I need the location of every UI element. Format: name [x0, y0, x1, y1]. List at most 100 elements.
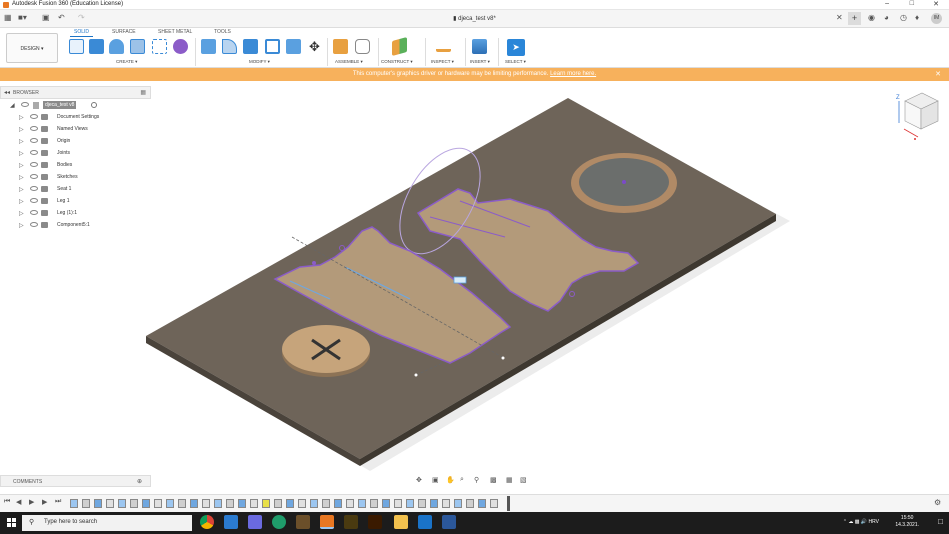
combine-icon[interactable]: [286, 39, 301, 54]
revolve-icon[interactable]: [109, 39, 124, 54]
timeline-feature[interactable]: [214, 499, 222, 508]
timeline-feature[interactable]: [442, 499, 450, 508]
browser-item[interactable]: ▷ Component5:1: [0, 220, 151, 231]
go-to-start-icon[interactable]: ⏮: [4, 498, 10, 506]
timeline-feature[interactable]: [226, 499, 234, 508]
inspect-group-label[interactable]: INSPECT ▾: [431, 59, 454, 65]
timeline-feature[interactable]: [274, 499, 282, 508]
timeline-feature[interactable]: [454, 499, 462, 508]
timeline-feature[interactable]: [250, 499, 258, 508]
timeline-feature[interactable]: [202, 499, 210, 508]
notifications-icon[interactable]: ♦: [915, 13, 919, 22]
expand-icon[interactable]: ◢: [10, 102, 15, 109]
browser-item[interactable]: ▷ Named Views: [0, 124, 151, 135]
taskbar-search-box[interactable]: ⚲ Type here to search: [22, 515, 192, 531]
extrude-icon[interactable]: [89, 39, 104, 54]
expand-icon[interactable]: ▷: [19, 186, 24, 193]
word-icon[interactable]: [442, 515, 456, 529]
visibility-eye-icon[interactable]: [21, 102, 29, 107]
timeline-feature[interactable]: [322, 499, 330, 508]
sketch-point[interactable]: [414, 373, 418, 377]
timeline-feature[interactable]: [262, 499, 270, 508]
timeline-feature[interactable]: [286, 499, 294, 508]
expand-icon[interactable]: ▷: [19, 174, 24, 181]
job-status-icon[interactable]: ◕: [884, 13, 889, 22]
tab-sheet-metal[interactable]: SHEET METAL: [158, 29, 192, 35]
select-cursor-icon[interactable]: ➤: [507, 39, 525, 56]
sweep-icon[interactable]: [130, 39, 145, 54]
app-green-icon[interactable]: [272, 515, 286, 529]
mail-icon[interactable]: [418, 515, 432, 529]
minimize-icon[interactable]: –: [885, 0, 889, 7]
visibility-eye-icon[interactable]: [30, 138, 38, 143]
system-tray[interactable]: ⌃ ☁ ▩ 🔊 HRV: [843, 519, 879, 525]
modify-group-label[interactable]: MODIFY ▾: [249, 59, 270, 65]
chamfer-icon[interactable]: [243, 39, 258, 54]
timeline-feature[interactable]: [298, 499, 306, 508]
form-icon[interactable]: [173, 39, 188, 54]
timeline-feature[interactable]: [154, 499, 162, 508]
timeline-feature[interactable]: [394, 499, 402, 508]
tab-solid[interactable]: SOLID: [69, 29, 94, 37]
visibility-eye-icon[interactable]: [30, 198, 38, 203]
timeline-feature[interactable]: [334, 499, 342, 508]
create-group-label[interactable]: CREATE ▾: [116, 59, 137, 65]
orbit-icon[interactable]: ✥: [416, 476, 422, 484]
new-tab-button[interactable]: +: [848, 12, 861, 25]
browser-item[interactable]: ▷ Seat 1: [0, 184, 151, 195]
timeline-feature[interactable]: [370, 499, 378, 508]
browser-item[interactable]: ▷ Sketches: [0, 172, 151, 183]
timeline-feature[interactable]: [94, 499, 102, 508]
illustrator-icon[interactable]: [368, 515, 382, 529]
visibility-eye-icon[interactable]: [30, 114, 38, 119]
timeline-feature[interactable]: [238, 499, 246, 508]
timeline-feature[interactable]: [490, 499, 498, 508]
add-comment-icon[interactable]: ⊕: [137, 478, 142, 485]
shell-icon[interactable]: [265, 39, 280, 54]
timeline-feature[interactable]: [466, 499, 474, 508]
expand-icon[interactable]: ▷: [19, 114, 24, 121]
origin-marker[interactable]: [453, 276, 467, 284]
activate-radio-icon[interactable]: [91, 102, 97, 108]
viewports-icon[interactable]: ▧: [520, 476, 527, 484]
construct-group-label[interactable]: CONSTRUCT ▾: [381, 59, 413, 65]
visibility-eye-icon[interactable]: [30, 210, 38, 215]
timeline-feature[interactable]: [70, 499, 78, 508]
pan-icon[interactable]: ✋: [446, 476, 455, 484]
taskbar-clock[interactable]: 15:50 14.3.2021.: [895, 515, 919, 529]
visibility-eye-icon[interactable]: [30, 162, 38, 167]
ring-center-point[interactable]: [622, 180, 626, 184]
timeline-feature[interactable]: [190, 499, 198, 508]
timeline-feature[interactable]: [358, 499, 366, 508]
chrome-icon[interactable]: [200, 515, 214, 529]
browser-item[interactable]: ▷ Leg (1):1: [0, 208, 151, 219]
browser-item[interactable]: ▷ Leg 1: [0, 196, 151, 207]
look-at-icon[interactable]: ▣: [432, 476, 439, 484]
expand-icon[interactable]: ▷: [19, 210, 24, 217]
new-component-icon[interactable]: [333, 39, 348, 54]
timeline-feature[interactable]: [310, 499, 318, 508]
pattern-icon[interactable]: [152, 39, 167, 54]
user-avatar[interactable]: IM: [931, 13, 942, 24]
sketch-point[interactable]: [501, 356, 505, 360]
offset-plane-icon[interactable]: [392, 36, 407, 57]
visibility-eye-icon[interactable]: [30, 126, 38, 131]
browser-pin-icon[interactable]: ▦: [140, 89, 146, 96]
timeline-feature[interactable]: [382, 499, 390, 508]
timeline-feature[interactable]: [142, 499, 150, 508]
viewcube[interactable]: [898, 92, 939, 140]
timeline-feature[interactable]: [346, 499, 354, 508]
clock-icon[interactable]: ◷: [900, 13, 907, 22]
learn-more-link[interactable]: Learn more here.: [550, 71, 596, 77]
input-language[interactable]: HRV: [869, 519, 879, 525]
browser-item[interactable]: ▷ Origin: [0, 136, 151, 147]
browser-root[interactable]: ◢ djeca_test v8: [0, 100, 151, 111]
browser-item[interactable]: ▷ Bodies: [0, 160, 151, 171]
snipping-tool-icon[interactable]: [248, 515, 262, 529]
timeline-feature[interactable]: [82, 499, 90, 508]
expand-icon[interactable]: ▷: [19, 150, 24, 157]
joint-icon[interactable]: [355, 39, 370, 54]
expand-icon[interactable]: ▷: [19, 198, 24, 205]
workspace-switcher[interactable]: DESIGN ▾: [6, 33, 58, 63]
timeline-feature[interactable]: [418, 499, 426, 508]
